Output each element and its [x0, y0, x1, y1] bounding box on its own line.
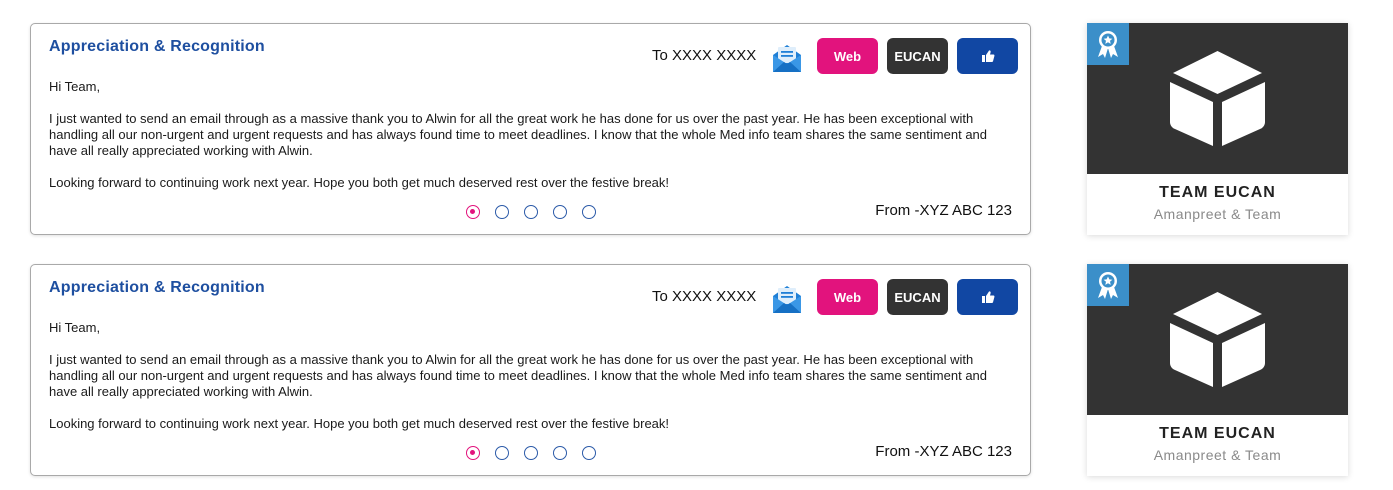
like-button[interactable]: [957, 38, 1018, 74]
team-members: Amanpreet & Team: [1153, 447, 1282, 463]
pagination-dot-5[interactable]: [582, 446, 596, 460]
pagination-dot-1[interactable]: [466, 446, 480, 460]
card-title: Appreciation & Recognition: [49, 279, 265, 296]
team-name: TEAM EUCAN: [1159, 184, 1276, 201]
region-button[interactable]: EUCAN: [887, 279, 948, 315]
web-button[interactable]: Web: [817, 279, 878, 315]
recognition-card: Appreciation & Recognition To XXXX XXXX …: [30, 264, 1031, 476]
sender-text: From -XYZ ABC 123: [875, 202, 1012, 219]
pagination-dot-4[interactable]: [553, 446, 567, 460]
team-members: Amanpreet & Team: [1153, 206, 1282, 222]
team-card[interactable]: TEAM EUCAN Amanpreet & Team: [1087, 23, 1348, 235]
envelope-open-icon[interactable]: [771, 42, 803, 74]
message-body: Hi Team, I just wanted to send an email …: [49, 79, 1009, 191]
web-button[interactable]: Web: [817, 38, 878, 74]
cube-icon: [1170, 51, 1265, 146]
pagination-dot-1[interactable]: [466, 205, 480, 219]
award-ribbon-icon: [1087, 264, 1129, 306]
award-ribbon-icon: [1087, 23, 1129, 65]
team-name: TEAM EUCAN: [1159, 425, 1276, 442]
card-title: Appreciation & Recognition: [49, 38, 265, 55]
thumbs-up-icon: [981, 291, 994, 303]
pagination-dot-2[interactable]: [495, 446, 509, 460]
recognition-row: Appreciation & Recognition To XXXX XXXX …: [0, 264, 1393, 476]
greeting-text: Hi Team,: [49, 320, 101, 335]
recognition-row: Appreciation & Recognition To XXXX XXXX …: [0, 23, 1393, 235]
recipient-text: To XXXX XXXX: [652, 47, 757, 64]
pagination-dots: [466, 205, 596, 219]
pagination-dot-3[interactable]: [524, 205, 538, 219]
pagination-dot-3[interactable]: [524, 446, 538, 460]
pagination-dot-2[interactable]: [495, 205, 509, 219]
message-body: Hi Team, I just wanted to send an email …: [49, 320, 1009, 432]
closing-text: Looking forward to continuing work next …: [49, 416, 670, 431]
sender-text: From -XYZ ABC 123: [875, 443, 1012, 460]
pagination-dots: [466, 446, 596, 460]
team-card[interactable]: TEAM EUCAN Amanpreet & Team: [1087, 264, 1348, 476]
team-image: [1087, 23, 1348, 174]
pagination-dot-4[interactable]: [553, 205, 567, 219]
pagination-dot-5[interactable]: [582, 205, 596, 219]
closing-text: Looking forward to continuing work next …: [49, 175, 670, 190]
greeting-text: Hi Team,: [49, 79, 101, 94]
message-text: I just wanted to send an email through a…: [49, 111, 988, 158]
like-button[interactable]: [957, 279, 1018, 315]
team-image: [1087, 264, 1348, 415]
recipient-text: To XXXX XXXX: [652, 288, 757, 305]
thumbs-up-icon: [981, 50, 994, 62]
envelope-open-icon[interactable]: [771, 283, 803, 315]
message-text: I just wanted to send an email through a…: [49, 352, 988, 399]
recognition-card: Appreciation & Recognition To XXXX XXXX …: [30, 23, 1031, 235]
cube-icon: [1170, 292, 1265, 387]
region-button[interactable]: EUCAN: [887, 38, 948, 74]
